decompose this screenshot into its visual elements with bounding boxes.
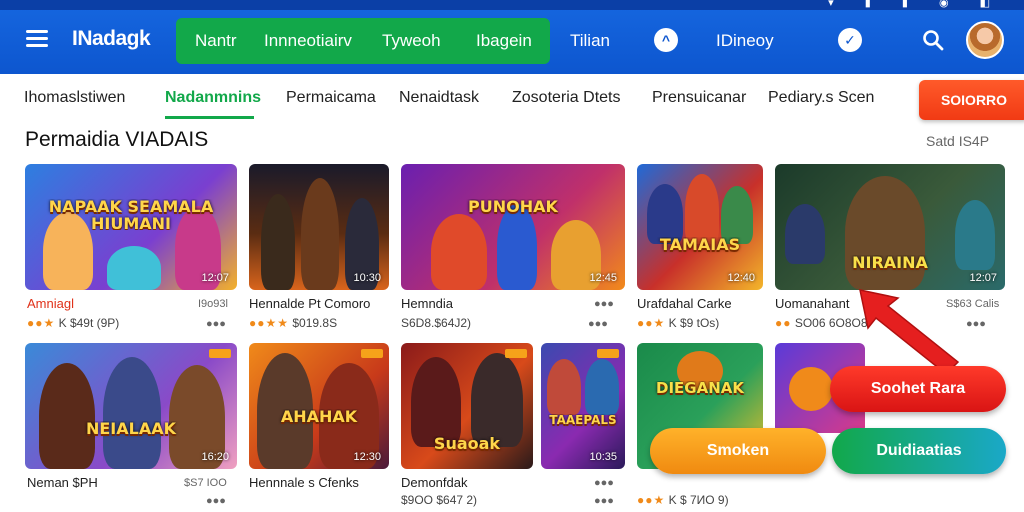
top-navigation-bar: ▾ ▮ ▮ ◉ ◧ INadagk Nantr Innneotiairv Tyw…	[0, 0, 1024, 74]
status-bar: ▾ ▮ ▮ ◉ ◧	[0, 0, 1024, 10]
card-dots: ●●●	[594, 477, 614, 489]
badge-icon	[597, 349, 619, 358]
card-rating: ●●★ K $ 7ИO 9)	[637, 493, 729, 507]
nav-item-4[interactable]: Ibagein	[476, 31, 532, 51]
rating-text: K $9 tOs)	[668, 316, 720, 330]
secondary-action-button[interactable]: Smoken	[650, 428, 826, 474]
card-rating: S6D8.$64J2)	[401, 316, 472, 330]
avatar[interactable]	[966, 21, 1004, 59]
game-thumbnail[interactable]: NEIALAAK 16:20	[25, 343, 237, 469]
game-thumbnail[interactable]: 10:30	[249, 164, 389, 290]
rating-stars: ●●★★	[249, 316, 290, 330]
card-rating: $9OO $647 2)	[401, 493, 478, 507]
card-title[interactable]: Neman $PH	[27, 475, 98, 490]
card-title[interactable]: Hennalde Pt Comoro	[249, 296, 370, 311]
game-thumbnail[interactable]: NIRAINA 12:07	[775, 164, 1005, 290]
thumbnail-banner: NAPAAK SEAMALA HIUMANI	[48, 199, 214, 230]
cta-button[interactable]: SOIORRO	[919, 80, 1024, 120]
thumbnail-banner: AHAHAK	[280, 408, 358, 426]
rating-text: K $ 7ИO 9)	[668, 493, 729, 507]
badge-icon	[505, 349, 527, 358]
duration-label: 16:20	[201, 451, 229, 463]
game-thumbnail[interactable]: Suaoak	[401, 343, 533, 469]
tertiary-action-button[interactable]: Duidiaatias	[832, 428, 1006, 474]
logo-text: INadagk	[72, 27, 151, 50]
tab-6[interactable]: Prensuicanar	[652, 89, 746, 107]
status-icons: ▾ ▮ ▮ ◉ ◧	[828, 0, 1004, 9]
rating-stars: ●●★	[637, 493, 666, 507]
badge-icon	[209, 349, 231, 358]
game-thumbnail[interactable]: NAPAAK SEAMALA HIUMANI 12:07	[25, 164, 237, 290]
nav-item-5[interactable]: Tilian	[570, 31, 610, 51]
badge-icon	[361, 349, 383, 358]
card-title[interactable]: Hemndia	[401, 296, 453, 311]
card-dots: ●●●	[966, 318, 986, 330]
nav-item-6[interactable]: IDineoy	[716, 31, 774, 51]
thumbnail-banner: Suaoak	[433, 436, 501, 454]
duration-label: 10:35	[589, 451, 617, 463]
rating-stars: ●●	[775, 316, 792, 330]
hamburger-icon[interactable]	[26, 30, 48, 48]
rating-text: SO06 6O8O8	[794, 316, 868, 330]
thumbnail-banner: PUNOHAK	[468, 199, 558, 217]
see-all-link[interactable]: Satd IS4P	[926, 133, 989, 149]
primary-action-button[interactable]: Soohet Rara	[830, 366, 1006, 412]
card-dots: ●●●	[206, 318, 226, 330]
card-dots: ●●●	[206, 495, 226, 507]
card-dots: ●●●	[588, 318, 608, 330]
duration-label: 12:45	[589, 272, 617, 284]
game-thumbnail[interactable]: TAAEPALS 10:35	[541, 343, 625, 469]
tab-5[interactable]: Zosoteria Dtets	[512, 89, 620, 107]
rating-stars: ●●★	[27, 316, 56, 330]
thumbnail-banner: NIRAINA	[852, 254, 928, 272]
tab-4[interactable]: Nenaidtask	[399, 89, 479, 107]
rating-text: $019.8S	[292, 316, 338, 330]
duration-label: 10:30	[353, 272, 381, 284]
thumbnail-banner: TAMAIAS	[659, 237, 741, 255]
rating-stars: ●●★	[637, 316, 666, 330]
card-rating: ●●★★ $019.8S	[249, 316, 337, 330]
nav-item-2[interactable]: Innneotiairv	[264, 31, 352, 51]
game-thumbnail[interactable]: AHAHAK 12:30	[249, 343, 389, 469]
active-tab-underline	[165, 116, 254, 119]
thumbnail-banner: NEIALAAK	[85, 421, 176, 439]
card-rating: ●●★ K $9 tOs)	[637, 316, 719, 330]
pointer-arrow-icon	[859, 289, 960, 376]
tab-2[interactable]: Nadanmnins	[165, 89, 261, 107]
logo[interactable]: INadagk	[72, 27, 151, 51]
duration-label: 12:07	[201, 272, 229, 284]
card-dots: ●●●	[594, 495, 614, 507]
duration-label: 12:40	[727, 272, 755, 284]
game-thumbnail[interactable]: PUNOHAK 12:45	[401, 164, 625, 290]
card-meta: ●●●	[594, 298, 614, 310]
search-icon[interactable]	[922, 29, 944, 51]
nav-item-1[interactable]: Nantr	[195, 31, 237, 51]
card-rating: ●● SO06 6O8O8	[775, 316, 868, 330]
game-thumbnail[interactable]: TAMAIAS 12:40	[637, 164, 763, 290]
card-title[interactable]: Amniagl	[27, 296, 74, 311]
card-title[interactable]: Hennnale s Cfenks	[249, 475, 359, 490]
card-title[interactable]: Demonfdak	[401, 475, 467, 490]
tab-7[interactable]: Pediary.s Scen	[768, 89, 874, 107]
card-meta: I9o93l	[198, 298, 228, 310]
duration-label: 12:30	[353, 451, 381, 463]
card-title[interactable]: Urafdahal Carke	[637, 296, 732, 311]
thumbnail-banner: DIEGANAK	[656, 380, 744, 397]
tab-1[interactable]: Ihomaslstiwen	[24, 89, 125, 107]
shield-icon[interactable]: ✓	[838, 28, 862, 52]
tab-3[interactable]: Permaicama	[286, 89, 376, 107]
card-meta: $S7 IOO	[184, 477, 227, 489]
card-rating: ●●★ K $49t (9P)	[27, 316, 119, 330]
nav-item-3[interactable]: Tyweoh	[382, 31, 441, 51]
card-title[interactable]: Uomanahant	[775, 296, 849, 311]
duration-label: 12:07	[969, 272, 997, 284]
chevron-up-icon[interactable]: ^	[654, 28, 678, 52]
thumbnail-banner: TAAEPALS	[549, 413, 617, 427]
rating-text: K $49t (9P)	[58, 316, 120, 330]
section-title: Permaidia VIADAIS	[25, 128, 209, 151]
